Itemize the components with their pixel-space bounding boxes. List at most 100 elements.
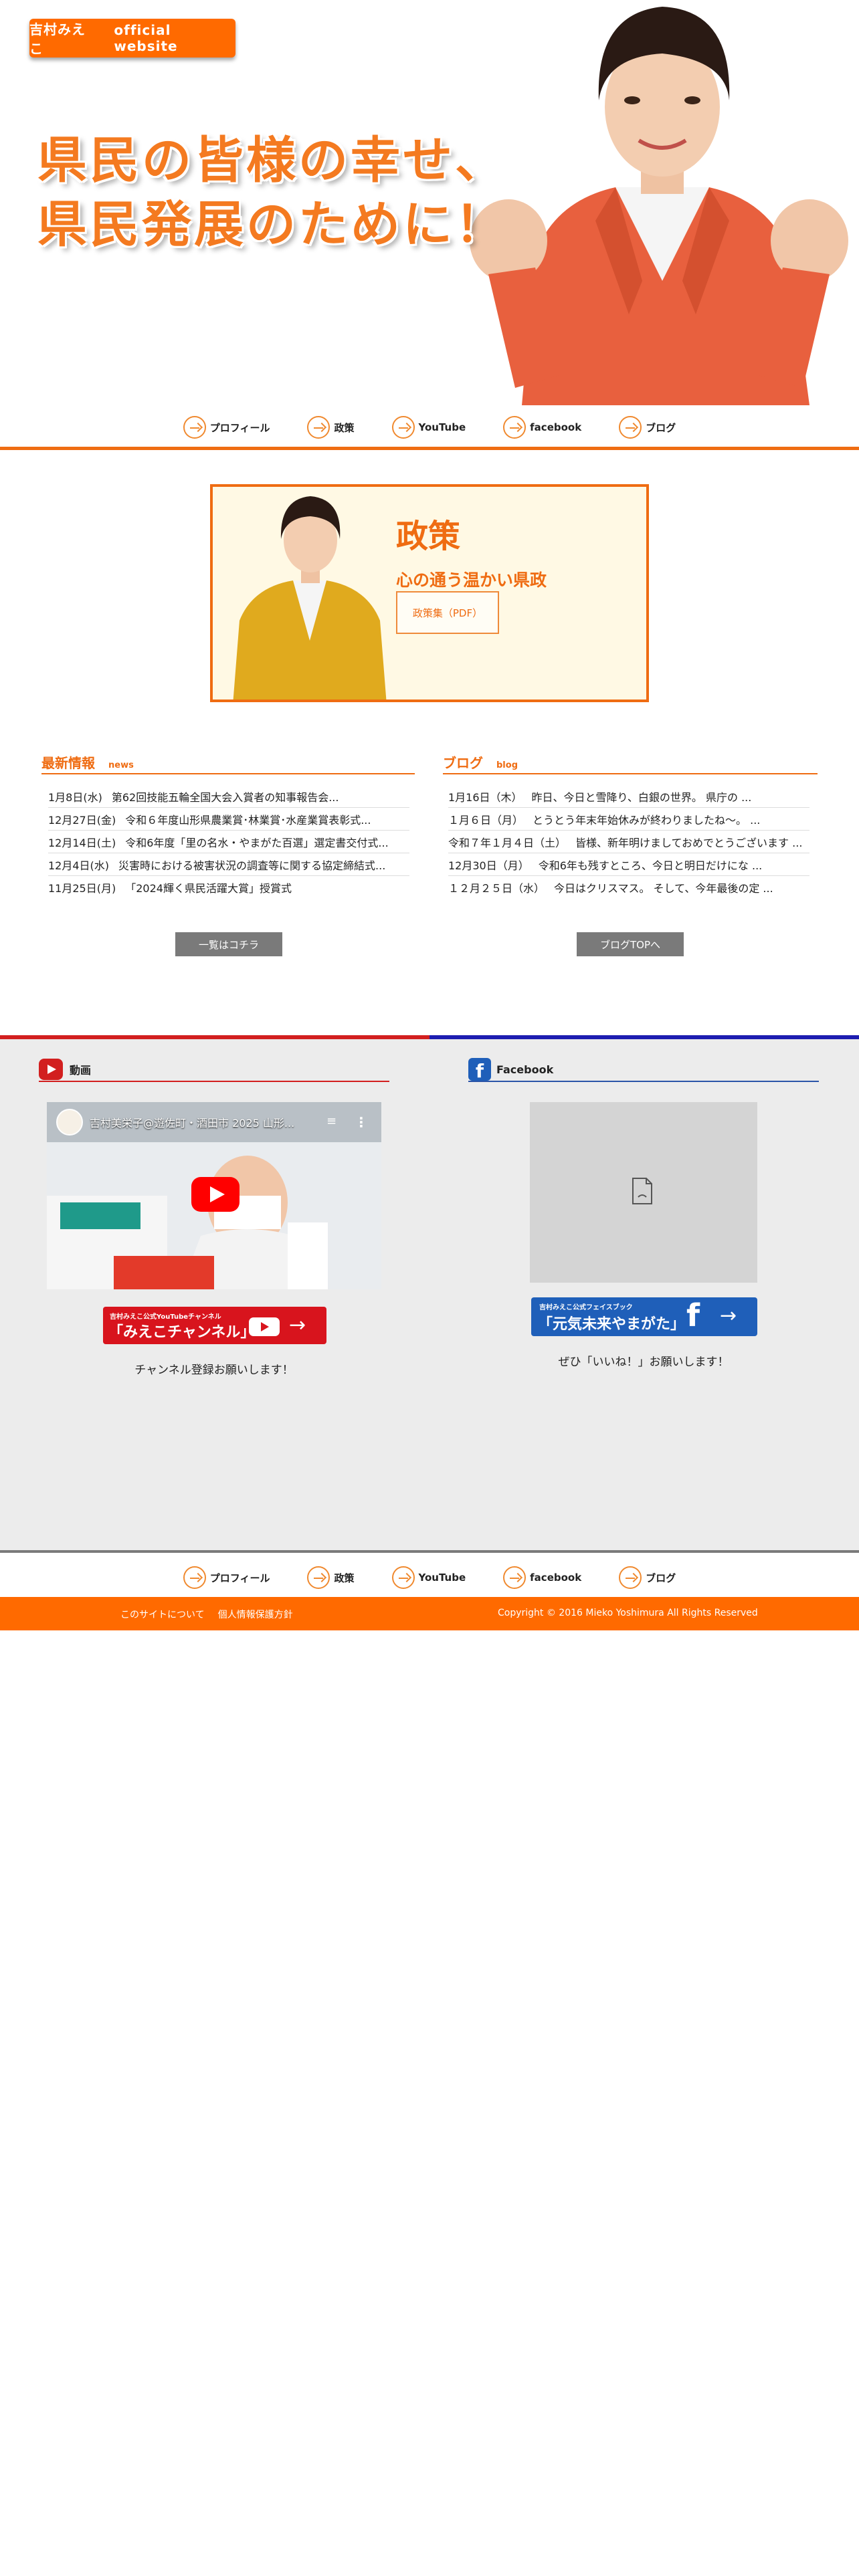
news-title-en: news xyxy=(108,760,134,770)
site-badge-name: 吉村みえこ xyxy=(29,21,86,57)
footer-link-about[interactable]: このサイトについて xyxy=(120,1608,205,1621)
hero-slogan: 県民の皆様の幸せ、 県民発展のために！ xyxy=(37,128,507,257)
news-more-button[interactable]: 一覧はコチラ xyxy=(175,932,282,956)
arrow-circle-icon xyxy=(307,416,330,439)
news-date: 11月25日(月) xyxy=(48,882,116,895)
site-badge[interactable]: 吉村みえこ official website xyxy=(29,19,235,58)
broken-document-icon xyxy=(632,1178,652,1204)
blog-date: １２月２５日（水） xyxy=(448,882,545,895)
nav-item-profile[interactable]: プロフィール xyxy=(183,414,270,441)
facebook-caption: ぜひ「いいね！」お願いします！ xyxy=(558,1356,729,1369)
news-item[interactable]: 1月8日(水) 第62回技能五輪全国大会入賞者の知事報告会... xyxy=(48,785,409,808)
nav-item-policy[interactable]: 政策 xyxy=(307,1564,355,1591)
blog-date: １月６日（月） xyxy=(448,813,524,827)
blog-item[interactable]: １２月２５日（水） 今日はクリスマス。 そして、今年最後の定 ... xyxy=(448,876,809,899)
footer-links: このサイトについて 個人情報保護方針 xyxy=(120,1608,293,1621)
candidate-portrait xyxy=(462,0,859,405)
facebook-banner-small: 吉村みえこ公式フェイスブック xyxy=(539,1304,633,1311)
news-text: 第62回技能五輪全国大会入賞者の知事報告会... xyxy=(111,790,339,804)
blog-date: 1月16日（木） xyxy=(448,790,522,804)
facebook-page-banner[interactable]: 吉村みえこ公式フェイスブック 「元気未来やまがた」 f → xyxy=(531,1297,757,1336)
youtube-channel-banner[interactable]: 吉村みえこ公式YouTubeチャンネル 「みえこチャンネル」 → xyxy=(103,1307,326,1344)
facebook-banner-big: 「元気未来やまがた」 xyxy=(538,1316,686,1333)
video-title[interactable]: 吉村美栄子@遊佐町・酒田市 2025 山形... xyxy=(90,1114,294,1130)
nav-label: facebook xyxy=(530,1572,582,1584)
news-heading: 最新情報 news xyxy=(41,754,415,774)
arrow-circle-icon xyxy=(503,416,527,439)
blog-item[interactable]: 1月16日（木） 昨日、今日と雪降り、白銀の世界。 県庁の ... xyxy=(448,785,809,808)
nav-label: facebook xyxy=(530,421,582,433)
news-title: 最新情報 xyxy=(41,755,95,771)
blog-text: 皆様、新年明けましておめでとうございます ... xyxy=(575,836,803,849)
youtube-banner-small: 吉村みえこ公式YouTubeチャンネル xyxy=(110,1313,221,1321)
nav-item-blog[interactable]: ブログ xyxy=(619,1564,676,1591)
arrow-right-icon: → xyxy=(289,1313,306,1337)
news-date: 1月8日(水) xyxy=(48,790,102,804)
footer-nav-divider xyxy=(0,1550,859,1553)
blog-text: 昨日、今日と雪降り、白銀の世界。 県庁の ... xyxy=(531,790,752,804)
arrow-circle-icon xyxy=(503,1566,527,1589)
blog-text: 令和6年も残すところ、今日と明日だけにな ... xyxy=(538,859,763,872)
blog-text: とうとう年末年始休みが終わりましたね〜。 ... xyxy=(533,813,761,827)
blog-title-en: blog xyxy=(496,760,518,770)
nav-item-youtube[interactable]: YouTube xyxy=(391,1564,466,1591)
youtube-heading-label: 動画 xyxy=(70,1064,92,1077)
blog-date: 12月30日（月） xyxy=(448,859,529,872)
nav-label: ブログ xyxy=(646,1572,676,1584)
news-text: 災害時における被害状況の調査等に関する協定締結式... xyxy=(118,859,386,872)
news-item[interactable]: 11月25日(月) 「2024輝く県民活躍大賞」授賞式 xyxy=(48,876,409,899)
facebook-icon: f xyxy=(468,1058,491,1081)
policy-title: 政策 xyxy=(396,518,461,555)
nav-label: 政策 xyxy=(334,1572,355,1584)
youtube-video-player[interactable]: 吉村美栄子@遊佐町・酒田市 2025 山形... ≡ ⋮ xyxy=(47,1102,381,1289)
more-vert-icon[interactable]: ⋮ xyxy=(355,1114,368,1130)
facebook-heading: f Facebook xyxy=(468,1058,819,1082)
nav-label: YouTube xyxy=(418,1572,466,1584)
site-badge-sub: official website xyxy=(114,22,178,54)
arrow-circle-icon xyxy=(183,416,206,439)
slogan-line-2: 県民発展のために！ xyxy=(37,196,507,253)
nav-item-facebook[interactable]: facebook xyxy=(503,414,581,441)
blog-heading: ブログ blog xyxy=(443,754,818,774)
nav-item-blog[interactable]: ブログ xyxy=(619,414,676,441)
news-list: 1月8日(水) 第62回技能五輪全国大会入賞者の知事報告会... 12月27日(金… xyxy=(48,785,409,899)
policy-pdf-button[interactable]: 政策集（PDF） xyxy=(396,591,499,634)
nav-item-facebook[interactable]: facebook xyxy=(503,1564,581,1591)
facebook-f-icon: f xyxy=(686,1297,700,1333)
queue-icon[interactable]: ≡ xyxy=(326,1114,337,1128)
policy-subtitle: 心の通う温かい県政 xyxy=(396,570,547,590)
arrow-circle-icon xyxy=(391,416,415,439)
arrow-circle-icon xyxy=(619,416,642,439)
blog-list: 1月16日（木） 昨日、今日と雪降り、白銀の世界。 県庁の ... １月６日（月）… xyxy=(448,785,809,899)
arrow-circle-icon xyxy=(391,1566,415,1589)
news-item[interactable]: 12月27日(金) 令和６年度山形県農業賞･林業賞･水産業賞表彰式... xyxy=(48,808,409,831)
nav-item-policy[interactable]: 政策 xyxy=(307,414,355,441)
blog-item[interactable]: １月６日（月） とうとう年末年始休みが終わりましたね〜。 ... xyxy=(448,808,809,831)
nav-divider xyxy=(0,447,859,450)
youtube-logo-icon xyxy=(249,1317,280,1336)
arrow-circle-icon xyxy=(619,1566,642,1589)
nav-label: ブログ xyxy=(646,421,676,434)
blog-top-button[interactable]: ブログTOPへ xyxy=(577,932,684,956)
blog-title: ブログ xyxy=(443,755,483,771)
channel-avatar[interactable] xyxy=(56,1109,83,1136)
blog-item[interactable]: 令和７年１月４日（土） 皆様、新年明けましておめでとうございます ... xyxy=(448,831,809,853)
nav-label: プロフィール xyxy=(209,421,270,434)
top-nav: プロフィール 政策 YouTube facebook ブログ xyxy=(0,405,859,449)
copyright: Copyright © 2016 Mieko Yoshimura All Rig… xyxy=(498,1608,758,1618)
nav-item-youtube[interactable]: YouTube xyxy=(391,414,466,441)
footer-link-privacy[interactable]: 個人情報保護方針 xyxy=(218,1608,293,1621)
news-item[interactable]: 12月4日(水) 災害時における被害状況の調査等に関する協定締結式... xyxy=(48,853,409,876)
nav-item-profile[interactable]: プロフィール xyxy=(183,1564,270,1591)
facebook-heading-label: Facebook xyxy=(496,1063,554,1076)
news-text: 「2024輝く県民活躍大賞」授賞式 xyxy=(125,882,292,895)
facebook-embed[interactable] xyxy=(530,1102,757,1283)
arrow-circle-icon xyxy=(307,1566,330,1589)
blog-item[interactable]: 12月30日（月） 令和6年も残すところ、今日と明日だけにな ... xyxy=(448,853,809,876)
youtube-heading: 動画 xyxy=(39,1058,389,1082)
news-item[interactable]: 12月14日(土) 令和6年度「里の名水・やまがた百選」選定書交付式... xyxy=(48,831,409,853)
youtube-divider xyxy=(0,1035,430,1039)
facebook-divider xyxy=(430,1035,859,1039)
play-button-icon[interactable] xyxy=(191,1177,240,1212)
slogan-line-1: 県民の皆様の幸せ、 xyxy=(37,132,507,189)
